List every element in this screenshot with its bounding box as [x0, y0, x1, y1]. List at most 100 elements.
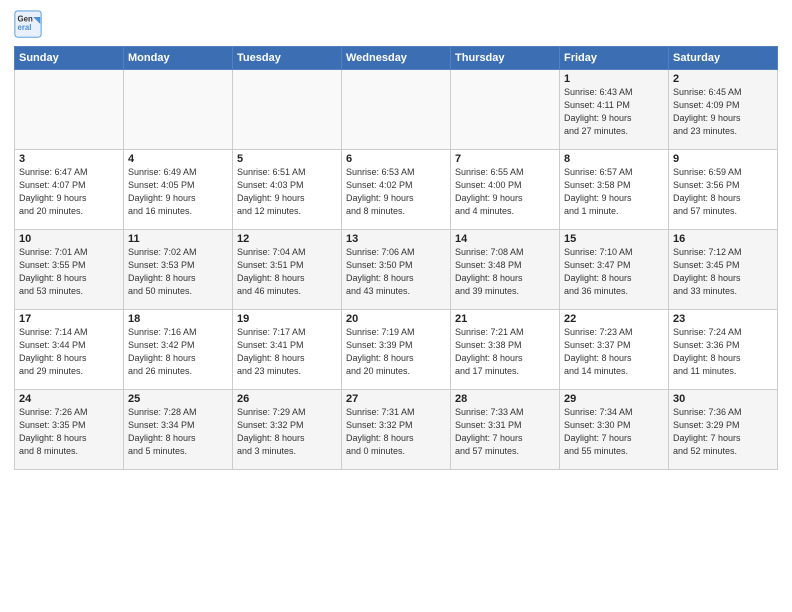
- calendar-cell: [342, 70, 451, 150]
- day-number: 16: [673, 233, 773, 245]
- calendar: SundayMondayTuesdayWednesdayThursdayFrid…: [14, 46, 778, 470]
- svg-text:eral: eral: [18, 23, 32, 32]
- logo: Gen eral: [14, 10, 46, 38]
- calendar-cell: 7Sunrise: 6:55 AM Sunset: 4:00 PM Daylig…: [451, 150, 560, 230]
- calendar-cell: 24Sunrise: 7:26 AM Sunset: 3:35 PM Dayli…: [15, 390, 124, 470]
- day-number: 15: [564, 233, 664, 245]
- day-info: Sunrise: 7:19 AM Sunset: 3:39 PM Dayligh…: [346, 326, 446, 378]
- weekday-header: Sunday: [15, 47, 124, 70]
- day-number: 1: [564, 73, 664, 85]
- day-info: Sunrise: 6:51 AM Sunset: 4:03 PM Dayligh…: [237, 166, 337, 218]
- calendar-cell: 14Sunrise: 7:08 AM Sunset: 3:48 PM Dayli…: [451, 230, 560, 310]
- calendar-week-row: 24Sunrise: 7:26 AM Sunset: 3:35 PM Dayli…: [15, 390, 778, 470]
- day-number: 5: [237, 153, 337, 165]
- calendar-cell: [451, 70, 560, 150]
- day-number: 13: [346, 233, 446, 245]
- weekday-header: Tuesday: [233, 47, 342, 70]
- day-number: 18: [128, 313, 228, 325]
- day-number: 23: [673, 313, 773, 325]
- calendar-cell: 2Sunrise: 6:45 AM Sunset: 4:09 PM Daylig…: [669, 70, 778, 150]
- calendar-week-row: 17Sunrise: 7:14 AM Sunset: 3:44 PM Dayli…: [15, 310, 778, 390]
- day-number: 14: [455, 233, 555, 245]
- day-info: Sunrise: 7:24 AM Sunset: 3:36 PM Dayligh…: [673, 326, 773, 378]
- calendar-week-row: 10Sunrise: 7:01 AM Sunset: 3:55 PM Dayli…: [15, 230, 778, 310]
- day-info: Sunrise: 7:12 AM Sunset: 3:45 PM Dayligh…: [673, 246, 773, 298]
- day-info: Sunrise: 7:31 AM Sunset: 3:32 PM Dayligh…: [346, 406, 446, 458]
- calendar-cell: 28Sunrise: 7:33 AM Sunset: 3:31 PM Dayli…: [451, 390, 560, 470]
- calendar-cell: 12Sunrise: 7:04 AM Sunset: 3:51 PM Dayli…: [233, 230, 342, 310]
- calendar-cell: [124, 70, 233, 150]
- day-number: 17: [19, 313, 119, 325]
- day-info: Sunrise: 7:33 AM Sunset: 3:31 PM Dayligh…: [455, 406, 555, 458]
- day-info: Sunrise: 6:45 AM Sunset: 4:09 PM Dayligh…: [673, 86, 773, 138]
- calendar-cell: 13Sunrise: 7:06 AM Sunset: 3:50 PM Dayli…: [342, 230, 451, 310]
- calendar-cell: 22Sunrise: 7:23 AM Sunset: 3:37 PM Dayli…: [560, 310, 669, 390]
- weekday-header: Thursday: [451, 47, 560, 70]
- calendar-cell: [233, 70, 342, 150]
- day-info: Sunrise: 7:34 AM Sunset: 3:30 PM Dayligh…: [564, 406, 664, 458]
- day-number: 9: [673, 153, 773, 165]
- day-info: Sunrise: 6:43 AM Sunset: 4:11 PM Dayligh…: [564, 86, 664, 138]
- day-info: Sunrise: 7:21 AM Sunset: 3:38 PM Dayligh…: [455, 326, 555, 378]
- calendar-cell: 16Sunrise: 7:12 AM Sunset: 3:45 PM Dayli…: [669, 230, 778, 310]
- day-number: 22: [564, 313, 664, 325]
- calendar-cell: 25Sunrise: 7:28 AM Sunset: 3:34 PM Dayli…: [124, 390, 233, 470]
- day-info: Sunrise: 7:08 AM Sunset: 3:48 PM Dayligh…: [455, 246, 555, 298]
- weekday-header: Saturday: [669, 47, 778, 70]
- calendar-cell: 4Sunrise: 6:49 AM Sunset: 4:05 PM Daylig…: [124, 150, 233, 230]
- calendar-week-row: 1Sunrise: 6:43 AM Sunset: 4:11 PM Daylig…: [15, 70, 778, 150]
- calendar-cell: 1Sunrise: 6:43 AM Sunset: 4:11 PM Daylig…: [560, 70, 669, 150]
- day-number: 28: [455, 393, 555, 405]
- day-info: Sunrise: 6:53 AM Sunset: 4:02 PM Dayligh…: [346, 166, 446, 218]
- calendar-cell: 26Sunrise: 7:29 AM Sunset: 3:32 PM Dayli…: [233, 390, 342, 470]
- day-info: Sunrise: 6:59 AM Sunset: 3:56 PM Dayligh…: [673, 166, 773, 218]
- day-number: 3: [19, 153, 119, 165]
- day-number: 2: [673, 73, 773, 85]
- calendar-cell: 27Sunrise: 7:31 AM Sunset: 3:32 PM Dayli…: [342, 390, 451, 470]
- day-number: 8: [564, 153, 664, 165]
- day-info: Sunrise: 7:02 AM Sunset: 3:53 PM Dayligh…: [128, 246, 228, 298]
- day-info: Sunrise: 7:26 AM Sunset: 3:35 PM Dayligh…: [19, 406, 119, 458]
- day-info: Sunrise: 6:55 AM Sunset: 4:00 PM Dayligh…: [455, 166, 555, 218]
- day-number: 19: [237, 313, 337, 325]
- calendar-cell: 9Sunrise: 6:59 AM Sunset: 3:56 PM Daylig…: [669, 150, 778, 230]
- day-number: 20: [346, 313, 446, 325]
- calendar-cell: 11Sunrise: 7:02 AM Sunset: 3:53 PM Dayli…: [124, 230, 233, 310]
- day-number: 26: [237, 393, 337, 405]
- calendar-cell: 18Sunrise: 7:16 AM Sunset: 3:42 PM Dayli…: [124, 310, 233, 390]
- day-info: Sunrise: 7:06 AM Sunset: 3:50 PM Dayligh…: [346, 246, 446, 298]
- calendar-cell: 6Sunrise: 6:53 AM Sunset: 4:02 PM Daylig…: [342, 150, 451, 230]
- day-info: Sunrise: 7:36 AM Sunset: 3:29 PM Dayligh…: [673, 406, 773, 458]
- weekday-header: Monday: [124, 47, 233, 70]
- day-info: Sunrise: 7:29 AM Sunset: 3:32 PM Dayligh…: [237, 406, 337, 458]
- day-number: 25: [128, 393, 228, 405]
- day-info: Sunrise: 7:14 AM Sunset: 3:44 PM Dayligh…: [19, 326, 119, 378]
- day-info: Sunrise: 7:17 AM Sunset: 3:41 PM Dayligh…: [237, 326, 337, 378]
- day-info: Sunrise: 7:23 AM Sunset: 3:37 PM Dayligh…: [564, 326, 664, 378]
- day-number: 27: [346, 393, 446, 405]
- day-number: 7: [455, 153, 555, 165]
- day-info: Sunrise: 7:01 AM Sunset: 3:55 PM Dayligh…: [19, 246, 119, 298]
- weekday-header: Wednesday: [342, 47, 451, 70]
- calendar-cell: 15Sunrise: 7:10 AM Sunset: 3:47 PM Dayli…: [560, 230, 669, 310]
- weekday-header: Friday: [560, 47, 669, 70]
- calendar-cell: 19Sunrise: 7:17 AM Sunset: 3:41 PM Dayli…: [233, 310, 342, 390]
- day-number: 24: [19, 393, 119, 405]
- calendar-cell: 8Sunrise: 6:57 AM Sunset: 3:58 PM Daylig…: [560, 150, 669, 230]
- calendar-cell: 21Sunrise: 7:21 AM Sunset: 3:38 PM Dayli…: [451, 310, 560, 390]
- day-number: 12: [237, 233, 337, 245]
- calendar-cell: 23Sunrise: 7:24 AM Sunset: 3:36 PM Dayli…: [669, 310, 778, 390]
- day-number: 11: [128, 233, 228, 245]
- calendar-cell: [15, 70, 124, 150]
- day-info: Sunrise: 6:57 AM Sunset: 3:58 PM Dayligh…: [564, 166, 664, 218]
- page-header: Gen eral: [14, 10, 778, 38]
- day-number: 21: [455, 313, 555, 325]
- calendar-week-row: 3Sunrise: 6:47 AM Sunset: 4:07 PM Daylig…: [15, 150, 778, 230]
- day-number: 10: [19, 233, 119, 245]
- day-info: Sunrise: 6:49 AM Sunset: 4:05 PM Dayligh…: [128, 166, 228, 218]
- day-info: Sunrise: 6:47 AM Sunset: 4:07 PM Dayligh…: [19, 166, 119, 218]
- calendar-cell: 29Sunrise: 7:34 AM Sunset: 3:30 PM Dayli…: [560, 390, 669, 470]
- calendar-header-row: SundayMondayTuesdayWednesdayThursdayFrid…: [15, 47, 778, 70]
- day-info: Sunrise: 7:28 AM Sunset: 3:34 PM Dayligh…: [128, 406, 228, 458]
- day-number: 6: [346, 153, 446, 165]
